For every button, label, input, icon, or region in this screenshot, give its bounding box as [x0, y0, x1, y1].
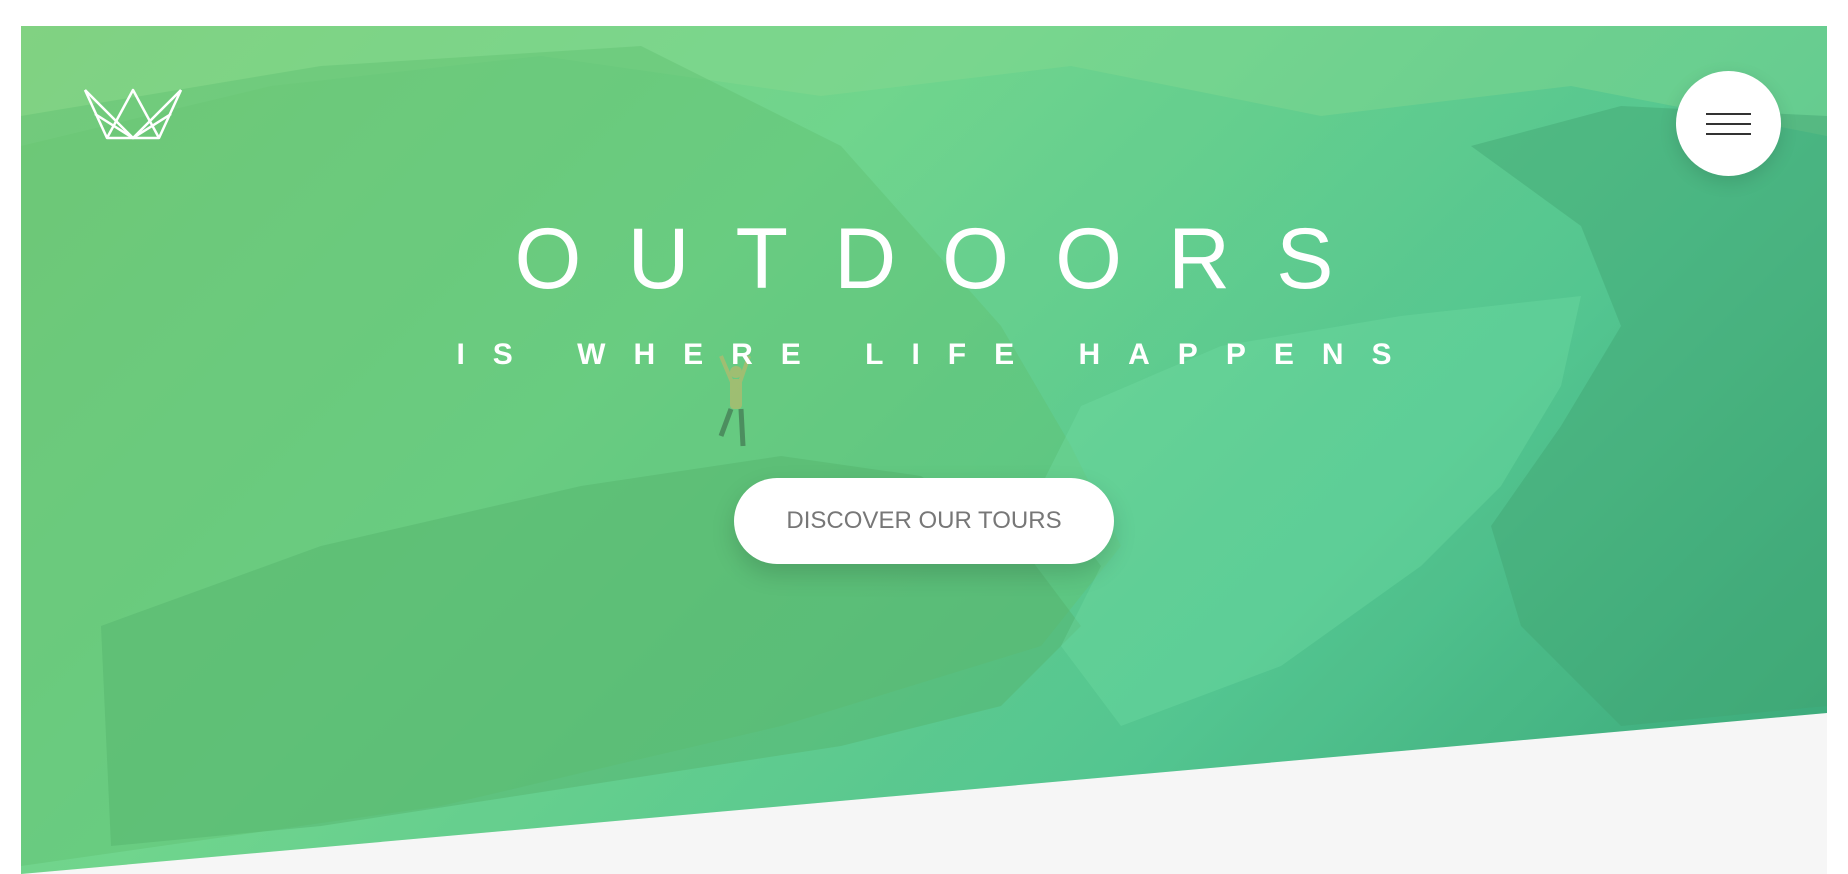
discover-tours-button[interactable]: DISCOVER OUR TOURS [734, 478, 1114, 564]
hero-background-image [21, 26, 1827, 874]
crown-icon [83, 88, 183, 140]
hero-subtitle: IS WHERE LIFE HAPPENS [456, 338, 1420, 371]
hero-title: OUTDOORS [514, 211, 1380, 307]
hero-heading: OUTDOORS IS WHERE LIFE HAPPENS [21, 216, 1827, 372]
page: OUTDOORS IS WHERE LIFE HAPPENS DISCOVER … [0, 0, 1848, 874]
landing-frame: OUTDOORS IS WHERE LIFE HAPPENS DISCOVER … [21, 26, 1827, 874]
brand-logo[interactable] [81, 84, 185, 146]
hero-section: OUTDOORS IS WHERE LIFE HAPPENS DISCOVER … [21, 26, 1827, 874]
menu-button[interactable] [1676, 71, 1781, 176]
